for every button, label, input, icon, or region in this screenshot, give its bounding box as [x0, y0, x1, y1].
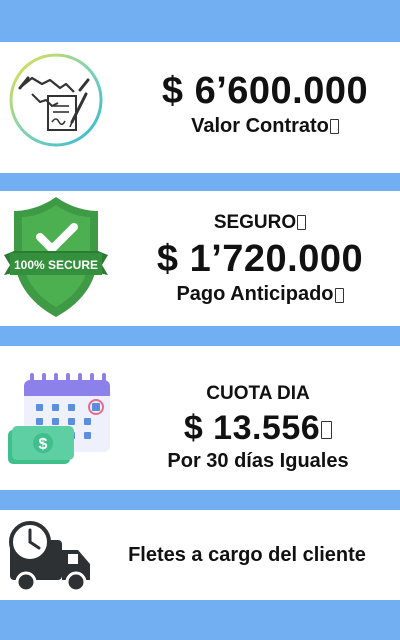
- daily-fee-text: CUOTA DIA $ 13.556 Por 30 días Iguales: [120, 378, 396, 478]
- shipping-section: Fletes a cargo del cliente: [0, 510, 400, 600]
- secure-shield-icon: 100% SECURE: [4, 193, 108, 321]
- missing-glyph: [321, 421, 333, 440]
- insurance-amount: $ 1’720.000: [156, 238, 364, 281]
- truck-clock-icon: [8, 520, 92, 593]
- daily-fee-section: $ CUOTA DIA $ 13.556 Por 30 días Iguales: [0, 346, 400, 490]
- shield-badge-text: 100% SECURE: [14, 258, 98, 272]
- missing-glyph: [329, 119, 339, 135]
- contract-section: $ 6’600.000 Valor Contrato: [0, 42, 400, 173]
- daily-fee-amount: $ 13.556: [183, 409, 321, 448]
- contract-text: $ 6’600.000 Valor Contrato: [130, 62, 400, 148]
- svg-text:$: $: [39, 436, 48, 453]
- daily-fee-label: Por 30 días Iguales: [167, 450, 349, 473]
- insurance-label: Pago Anticipado: [176, 283, 334, 306]
- shipping-text: Fletes a cargo del cliente: [100, 540, 394, 570]
- daily-fee-title: CUOTA DIA: [206, 382, 310, 404]
- missing-glyph: [334, 287, 344, 303]
- handshake-contract-icon: [6, 50, 106, 150]
- shipping-label: Fletes a cargo del cliente: [128, 543, 366, 566]
- insurance-section: 100% SECURE SEGURO $ 1’720.000 Pago Anti…: [0, 191, 400, 326]
- missing-glyph: [297, 215, 307, 231]
- insurance-text: SEGURO $ 1’720.000 Pago Anticipado: [120, 197, 400, 321]
- contract-amount: $ 6’600.000: [161, 70, 369, 112]
- contract-label: Valor Contrato: [191, 115, 329, 137]
- insurance-title: SEGURO: [213, 211, 297, 233]
- calendar-money-icon: $: [6, 370, 114, 466]
